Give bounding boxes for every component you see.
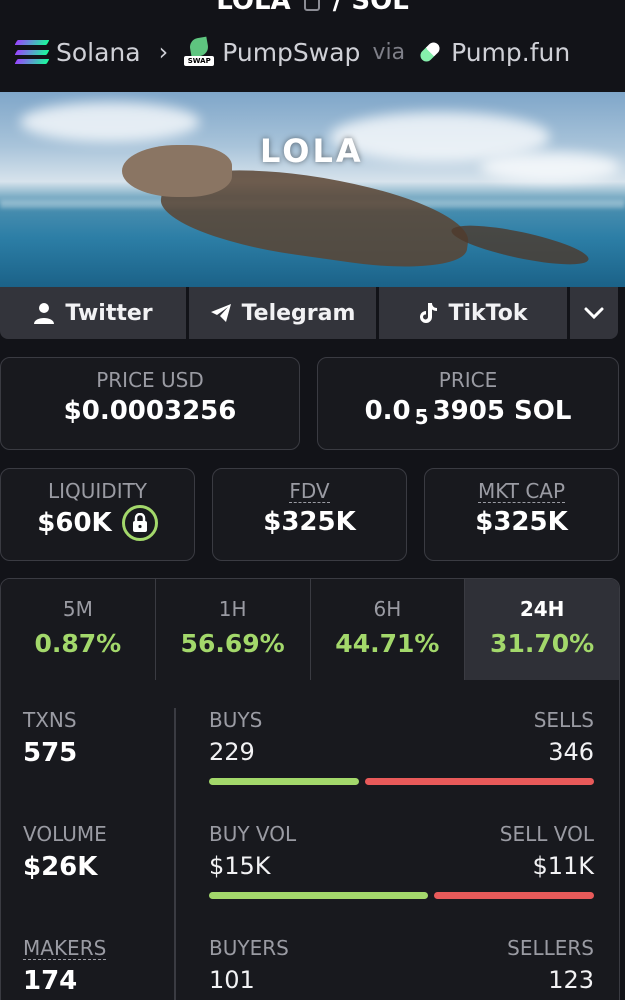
volume-bar xyxy=(209,892,594,899)
lock-icon[interactable] xyxy=(121,505,158,541)
pumpswap-icon: SWAP xyxy=(184,36,215,66)
mcap-value: $325K xyxy=(475,507,568,537)
sell-vol-value: $11K xyxy=(532,852,594,880)
tab-change: 56.69% xyxy=(180,629,285,658)
mcap-card: MKT CAP $325K xyxy=(424,468,619,561)
more-socials-button[interactable] xyxy=(570,287,618,339)
telegram-label: Telegram xyxy=(241,300,356,326)
buys-sells-row: BUYS SELLS 229 346 xyxy=(209,708,594,785)
mcap-label[interactable]: MKT CAP xyxy=(477,480,566,503)
sells-bar xyxy=(365,778,594,785)
buys-sells-bar xyxy=(209,778,594,785)
fdv-label[interactable]: FDV xyxy=(289,480,330,503)
buy-vol-label: BUY VOL xyxy=(209,822,297,846)
buys-bar xyxy=(209,778,359,785)
tab-24h[interactable]: 24H 31.70% xyxy=(465,579,619,680)
user-icon xyxy=(33,302,55,324)
breadcrumb: Solana › SWAP PumpSwap via Pump.fun xyxy=(14,32,570,72)
buy-vol-bar xyxy=(209,892,428,899)
via-text: via xyxy=(372,39,406,65)
tab-label: 5M xyxy=(62,597,93,621)
tab-label: 1H xyxy=(218,597,247,621)
sellers-value: 123 xyxy=(548,966,594,994)
telegram-button[interactable]: Telegram xyxy=(189,287,376,339)
price-native-zeros: 5 xyxy=(414,405,429,429)
chevron-down-icon xyxy=(584,307,604,320)
column-divider xyxy=(174,708,176,1000)
price-native-value: 0.0 5 3905 SOL xyxy=(318,396,618,429)
volume-value: $26K xyxy=(23,852,98,882)
buyers-sellers-row: BUYERS SELLERS 101 123 xyxy=(209,936,594,994)
tab-1h[interactable]: 1H 56.69% xyxy=(155,579,311,680)
price-native-prefix: 0.0 xyxy=(364,396,411,426)
sells-value: 346 xyxy=(548,738,594,766)
liquidity-value: $60K xyxy=(37,508,112,538)
telegram-icon xyxy=(210,303,232,323)
token-symbol: LOLA xyxy=(216,0,291,16)
timeframe-tabs: 5M 0.87% 1H 56.69% 6H 44.71% 24H 31.70% xyxy=(0,578,620,681)
liquidity-label: LIQUIDITY xyxy=(47,479,148,503)
sell-vol-bar xyxy=(434,892,594,899)
pair-separator: / xyxy=(332,0,343,16)
makers-stat: MAKERS 174 xyxy=(23,936,107,996)
tab-label: 24H xyxy=(519,597,565,621)
banner-text: LOLA xyxy=(260,132,364,170)
pumpfun-icon xyxy=(418,39,443,65)
makers-label[interactable]: MAKERS xyxy=(23,937,107,960)
price-native-card: PRICE 0.0 5 3905 SOL xyxy=(317,357,619,450)
buyers-value: 101 xyxy=(209,966,255,994)
tab-change: 0.87% xyxy=(34,629,122,658)
txns-stat: TXNS 575 xyxy=(23,708,77,768)
txns-value: 575 xyxy=(23,738,78,768)
twitter-label: Twitter xyxy=(65,300,153,326)
tab-change: 44.71% xyxy=(335,629,440,658)
quote-symbol: SOL xyxy=(351,0,409,16)
token-banner: LOLA xyxy=(0,92,625,287)
price-native-digits: 3905 SOL xyxy=(432,396,572,426)
social-links: Twitter Telegram TikTok xyxy=(0,287,618,339)
tab-change: 31.70% xyxy=(490,629,595,658)
txns-label: TXNS xyxy=(23,708,77,732)
price-usd-card: PRICE USD $0.0003256 xyxy=(0,357,300,450)
liquidity-card: LIQUIDITY $60K xyxy=(0,468,195,561)
volume-label: VOLUME xyxy=(23,822,107,846)
sells-label: SELLS xyxy=(533,708,594,732)
fdv-card: FDV $325K xyxy=(212,468,407,561)
tab-6h[interactable]: 6H 44.71% xyxy=(310,579,466,680)
solana-icon xyxy=(14,40,50,64)
buyers-label: BUYERS xyxy=(209,936,289,960)
twitter-button[interactable]: Twitter xyxy=(0,287,186,339)
chain-link[interactable]: Solana xyxy=(56,38,141,67)
sell-vol-label: SELL VOL xyxy=(499,822,594,846)
tiktok-icon xyxy=(418,302,438,324)
tiktok-button[interactable]: TikTok xyxy=(379,287,567,339)
swap-badge: SWAP xyxy=(184,56,215,66)
launchpad-link[interactable]: Pump.fun xyxy=(451,38,570,67)
volume-split-row: BUY VOL SELL VOL $15K $11K xyxy=(209,822,594,899)
chevron-right-icon: › xyxy=(158,38,169,66)
copy-icon[interactable] xyxy=(303,0,320,11)
tab-5m[interactable]: 5M 0.87% xyxy=(1,579,156,680)
buys-label: BUYS xyxy=(209,708,263,732)
pair-title: LOLA / SOL xyxy=(0,0,625,16)
fdv-value: $325K xyxy=(263,507,356,537)
volume-stat: VOLUME $26K xyxy=(23,822,107,882)
price-usd-label: PRICE USD xyxy=(96,368,204,392)
buys-value: 229 xyxy=(209,738,255,766)
tab-label: 6H xyxy=(373,597,402,621)
makers-value: 174 xyxy=(23,966,78,996)
sellers-label: SELLERS xyxy=(507,936,594,960)
dex-link[interactable]: PumpSwap xyxy=(222,38,360,67)
price-native-label: PRICE xyxy=(438,368,498,392)
buy-vol-value: $15K xyxy=(209,852,271,880)
tiktok-label: TikTok xyxy=(448,300,528,326)
txn-stats-panel: TXNS 575 VOLUME $26K MAKERS 174 BUYS SEL… xyxy=(0,680,620,1000)
price-usd-value: $0.0003256 xyxy=(63,396,237,426)
